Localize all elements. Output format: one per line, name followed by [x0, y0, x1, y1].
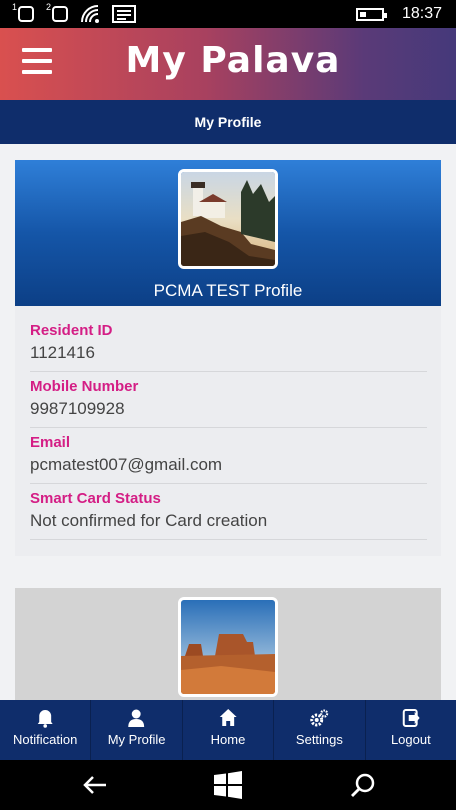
profile-content[interactable]: PCMA TEST Profile Resident ID 1121416 Mo… — [0, 144, 456, 700]
gears-icon — [310, 709, 329, 727]
nav-my-profile[interactable]: My Profile — [91, 700, 183, 760]
smart-card-status-field: Smart Card Status Not confirmed for Card… — [30, 484, 427, 540]
person-icon — [128, 709, 145, 727]
field-value: 1121416 — [30, 343, 95, 362]
bottom-navigation: Notification My Profile Home Settings Lo… — [0, 700, 456, 760]
status-bar: 1 2 18:37 — [0, 0, 456, 28]
profile-details: Resident ID 1121416 Mobile Number 998710… — [15, 306, 441, 556]
profile-card-header: PCMA TEST Profile — [15, 160, 441, 306]
battery-icon — [356, 8, 387, 21]
field-label: Resident ID — [30, 322, 113, 339]
nav-settings[interactable]: Settings — [274, 700, 366, 760]
nav-label: Settings — [295, 732, 343, 747]
field-value: 9987109928 — [30, 399, 125, 418]
nav-notification[interactable]: Notification — [0, 700, 92, 760]
nav-logout[interactable]: Logout — [366, 700, 456, 760]
message-icon — [112, 5, 136, 23]
field-value: pcmatest007@gmail.com — [30, 455, 223, 474]
clock: 18:37 — [401, 5, 442, 22]
sim2-signal-icon: 2 — [46, 2, 70, 24]
nav-label: Logout — [390, 732, 431, 747]
system-navigation-bar — [0, 760, 456, 810]
home-icon — [219, 709, 237, 726]
resident-id-field: Resident ID 1121416 — [30, 316, 427, 372]
field-value: Not confirmed for Card creation — [30, 511, 268, 530]
profile-card: PCMA TEST Profile Resident ID 1121416 Mo… — [15, 160, 441, 556]
email-field: Email pcmatest007@gmail.com — [30, 428, 427, 484]
nav-label: My Profile — [107, 732, 166, 747]
back-icon[interactable] — [82, 773, 108, 797]
field-label: Smart Card Status — [30, 490, 161, 507]
logout-icon — [402, 709, 420, 727]
field-label: Email — [30, 434, 71, 451]
windows-start-icon[interactable] — [214, 771, 242, 799]
nav-home[interactable]: Home — [183, 700, 275, 760]
app-title: My Palava — [125, 40, 341, 81]
field-label: Mobile Number — [30, 378, 139, 395]
bell-icon — [37, 710, 53, 728]
nav-label: Home — [210, 732, 246, 747]
app-header: My Palava — [0, 28, 456, 100]
wifi-icon — [81, 5, 99, 23]
page-title: My Profile — [0, 100, 456, 144]
nav-label: Notification — [13, 732, 78, 747]
search-icon[interactable] — [350, 772, 376, 798]
profile-photo[interactable] — [178, 169, 278, 269]
mobile-number-field: Mobile Number 9987109928 — [30, 372, 427, 428]
profile-name: PCMA TEST Profile — [153, 281, 303, 300]
sim1-signal-icon: 1 — [12, 2, 36, 24]
secondary-card — [15, 588, 441, 700]
card-photo[interactable] — [178, 597, 278, 697]
